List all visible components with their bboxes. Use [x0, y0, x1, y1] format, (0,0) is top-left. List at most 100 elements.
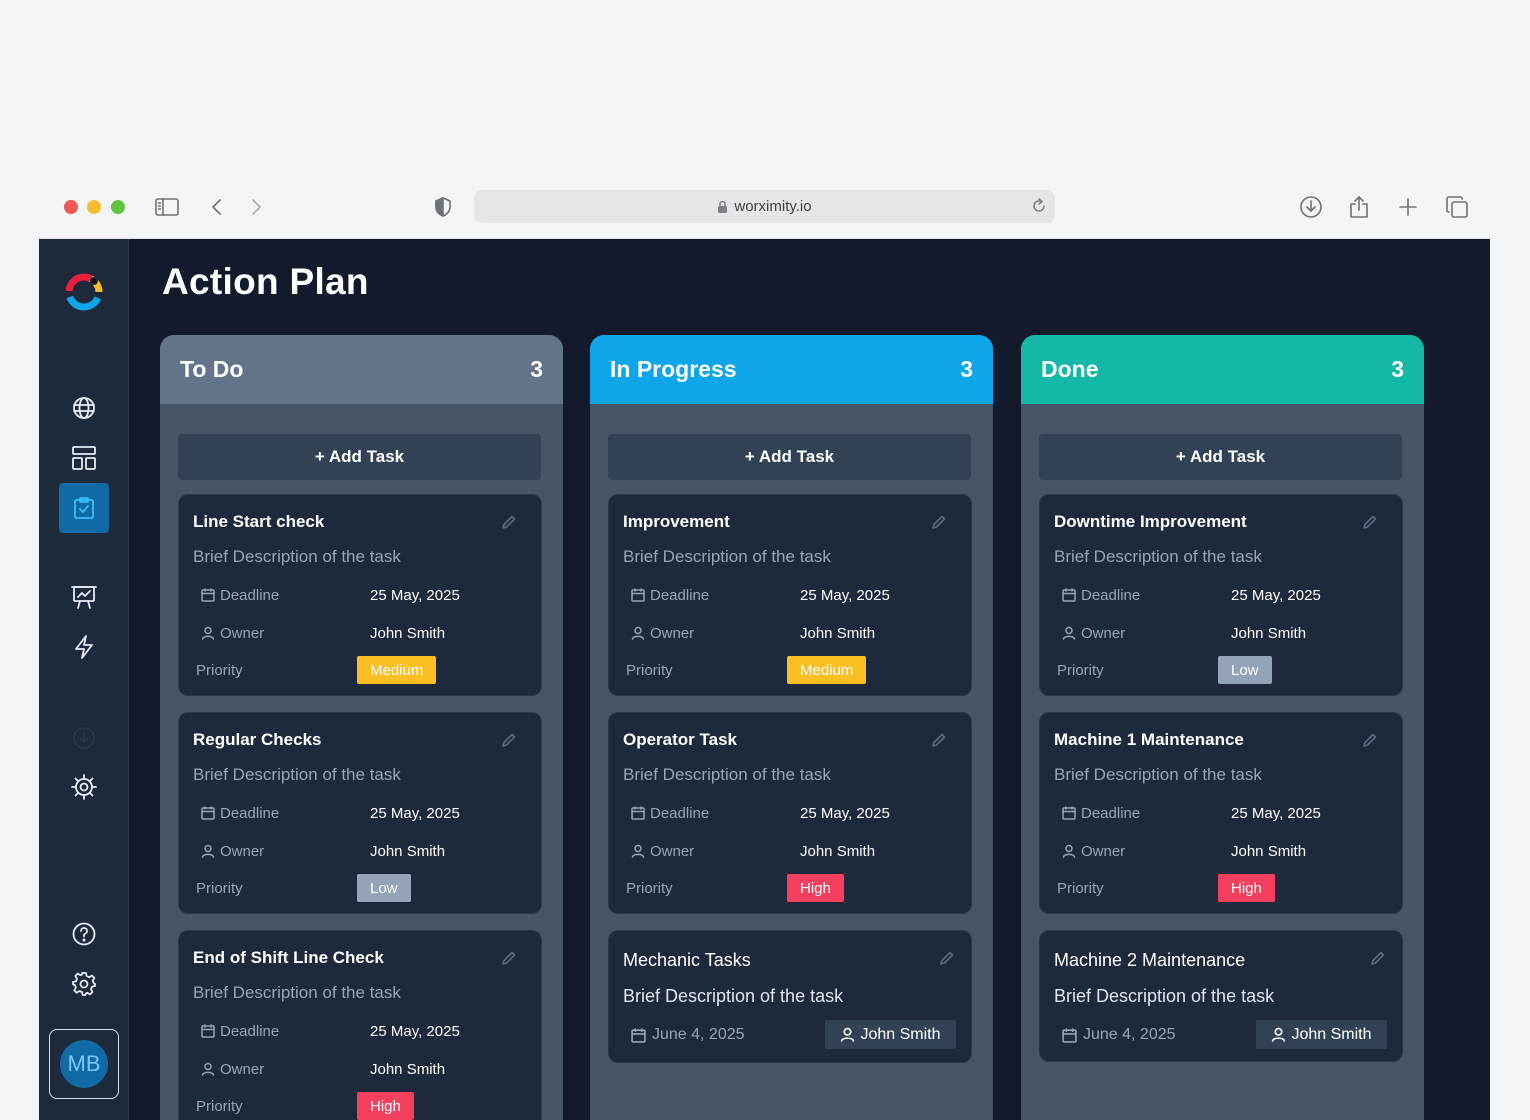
deadline-label: Deadline [220, 804, 280, 822]
user-icon [201, 1062, 215, 1076]
deadline-value: 25 May, 2025 [370, 1022, 460, 1040]
minimize-window-button[interactable] [87, 200, 101, 214]
deadline-label: Deadline [650, 804, 710, 822]
user-icon [1062, 844, 1076, 858]
task-description: Brief Description of the task [623, 547, 831, 566]
user-icon [1272, 1027, 1286, 1042]
tab-overview-icon[interactable] [1444, 194, 1470, 220]
add-task-button[interactable]: + Add Task [608, 434, 971, 480]
edit-pencil-icon[interactable] [931, 732, 947, 753]
calendar-icon [631, 588, 645, 602]
deadline-row: Deadline 25 May, 2025 [193, 802, 527, 824]
add-task-button[interactable]: + Add Task [178, 434, 541, 480]
dashboard-layout-icon[interactable] [59, 433, 109, 483]
task-card[interactable]: Line Start check Brief Description of th… [178, 494, 542, 696]
edit-pencil-icon[interactable] [1362, 514, 1378, 535]
user-icon [841, 1027, 855, 1042]
edit-pencil-icon[interactable] [931, 514, 947, 535]
browser-toolbar: worximity.io [39, 176, 1490, 239]
priority-row: Priority High [623, 874, 957, 902]
new-tab-icon[interactable] [1395, 194, 1421, 220]
edit-pencil-icon[interactable] [1362, 732, 1378, 753]
user-icon [1062, 626, 1076, 640]
task-card[interactable]: End of Shift Line Check Brief Descriptio… [178, 930, 542, 1120]
help-icon[interactable] [59, 909, 109, 959]
owner-value: John Smith [1231, 624, 1307, 642]
share-icon[interactable] [1346, 194, 1372, 220]
column-count: 3 [530, 356, 543, 382]
close-window-button[interactable] [64, 200, 78, 214]
task-description: Brief Description of the task [193, 983, 401, 1002]
edit-pencil-icon[interactable] [501, 514, 517, 535]
lightning-icon[interactable] [59, 622, 109, 672]
lock-icon [717, 200, 728, 214]
deadline-row: Deadline 25 May, 2025 [623, 584, 957, 606]
app-area: MB Action Plan To Do 3 + Add Task Line S… [39, 239, 1490, 1120]
task-title: Improvement [623, 512, 730, 531]
owner-chip[interactable]: John Smith [1256, 1020, 1387, 1049]
address-bar[interactable]: worximity.io [474, 190, 1055, 223]
task-card[interactable]: Regular Checks Brief Description of the … [178, 712, 542, 914]
settings-cog-icon[interactable] [59, 762, 109, 812]
priority-badge-high: High [1218, 874, 1275, 902]
globe-icon[interactable] [59, 383, 109, 433]
priority-row: Priority Medium [193, 656, 527, 684]
deadline-label: Deadline [220, 1022, 280, 1040]
app-logo[interactable] [63, 271, 105, 313]
privacy-shield-icon[interactable] [430, 194, 456, 220]
task-card[interactable]: Operator Task Brief Description of the t… [608, 712, 972, 914]
owner-value: John Smith [800, 624, 876, 642]
owner-value: John Smith [1291, 1025, 1372, 1043]
owner-row: Owner John Smith [193, 1058, 527, 1080]
priority-label: Priority [626, 661, 673, 679]
task-title: Machine 2 Maintenance [1054, 950, 1246, 970]
edit-pencil-icon[interactable] [501, 732, 517, 753]
task-title: Operator Task [623, 730, 738, 749]
back-icon[interactable] [204, 194, 230, 220]
deadline-row: Deadline 25 May, 2025 [193, 584, 527, 606]
deadline-value: 25 May, 2025 [800, 586, 890, 604]
forward-icon[interactable] [243, 194, 269, 220]
column-title: To Do [180, 356, 244, 382]
owner-chip[interactable]: John Smith [825, 1020, 956, 1049]
priority-row: Priority Low [193, 874, 527, 902]
presentation-chart-icon[interactable] [59, 572, 109, 622]
calendar-icon [1062, 806, 1076, 820]
user-avatar-button[interactable]: MB [49, 1029, 119, 1099]
priority-label: Priority [626, 879, 673, 897]
deadline-value: 25 May, 2025 [1231, 804, 1321, 822]
column-todo: To Do 3 + Add Task Line Start check Brie… [160, 335, 563, 1120]
owner-row: Owner John Smith [623, 840, 957, 862]
edit-pencil-icon[interactable] [501, 950, 517, 971]
download-icon[interactable] [1298, 194, 1324, 220]
owner-value: John Smith [370, 1060, 446, 1078]
reload-icon[interactable] [1031, 197, 1047, 219]
add-task-button[interactable]: + Add Task [1039, 434, 1402, 480]
edit-pencil-icon[interactable] [939, 950, 955, 971]
task-description: Brief Description of the task [623, 765, 831, 784]
priority-row: Priority Low [1054, 656, 1388, 684]
action-plan-clipboard-icon[interactable] [59, 483, 109, 533]
deadline-row: Deadline 25 May, 2025 [623, 802, 957, 824]
maximize-window-button[interactable] [111, 200, 125, 214]
task-card[interactable]: Machine 2 Maintenance Brief Description … [1039, 930, 1403, 1062]
sidebar-toggle-icon[interactable] [154, 194, 180, 220]
column-title: In Progress [610, 356, 737, 382]
owner-value: John Smith [370, 624, 446, 642]
priority-badge-low: Low [357, 874, 411, 902]
task-date: June 4, 2025 [1062, 1026, 1176, 1044]
task-description: Brief Description of the task [1054, 547, 1262, 566]
gear-icon[interactable] [59, 959, 109, 1009]
task-card[interactable]: Improvement Brief Description of the tas… [608, 494, 972, 696]
url-text: worximity.io [734, 198, 812, 215]
owner-label: Owner [220, 842, 265, 860]
task-card[interactable]: Downtime Improvement Brief Description o… [1039, 494, 1403, 696]
task-card[interactable]: Machine 1 Maintenance Brief Description … [1039, 712, 1403, 914]
priority-row: Priority High [193, 1092, 527, 1120]
download-circle-icon[interactable] [59, 713, 109, 763]
calendar-icon [1062, 588, 1076, 602]
edit-pencil-icon[interactable] [1370, 950, 1386, 971]
task-date: June 4, 2025 [631, 1026, 745, 1044]
task-card[interactable]: Mechanic Tasks Brief Description of the … [608, 930, 972, 1063]
owner-row: Owner John Smith [193, 622, 527, 644]
